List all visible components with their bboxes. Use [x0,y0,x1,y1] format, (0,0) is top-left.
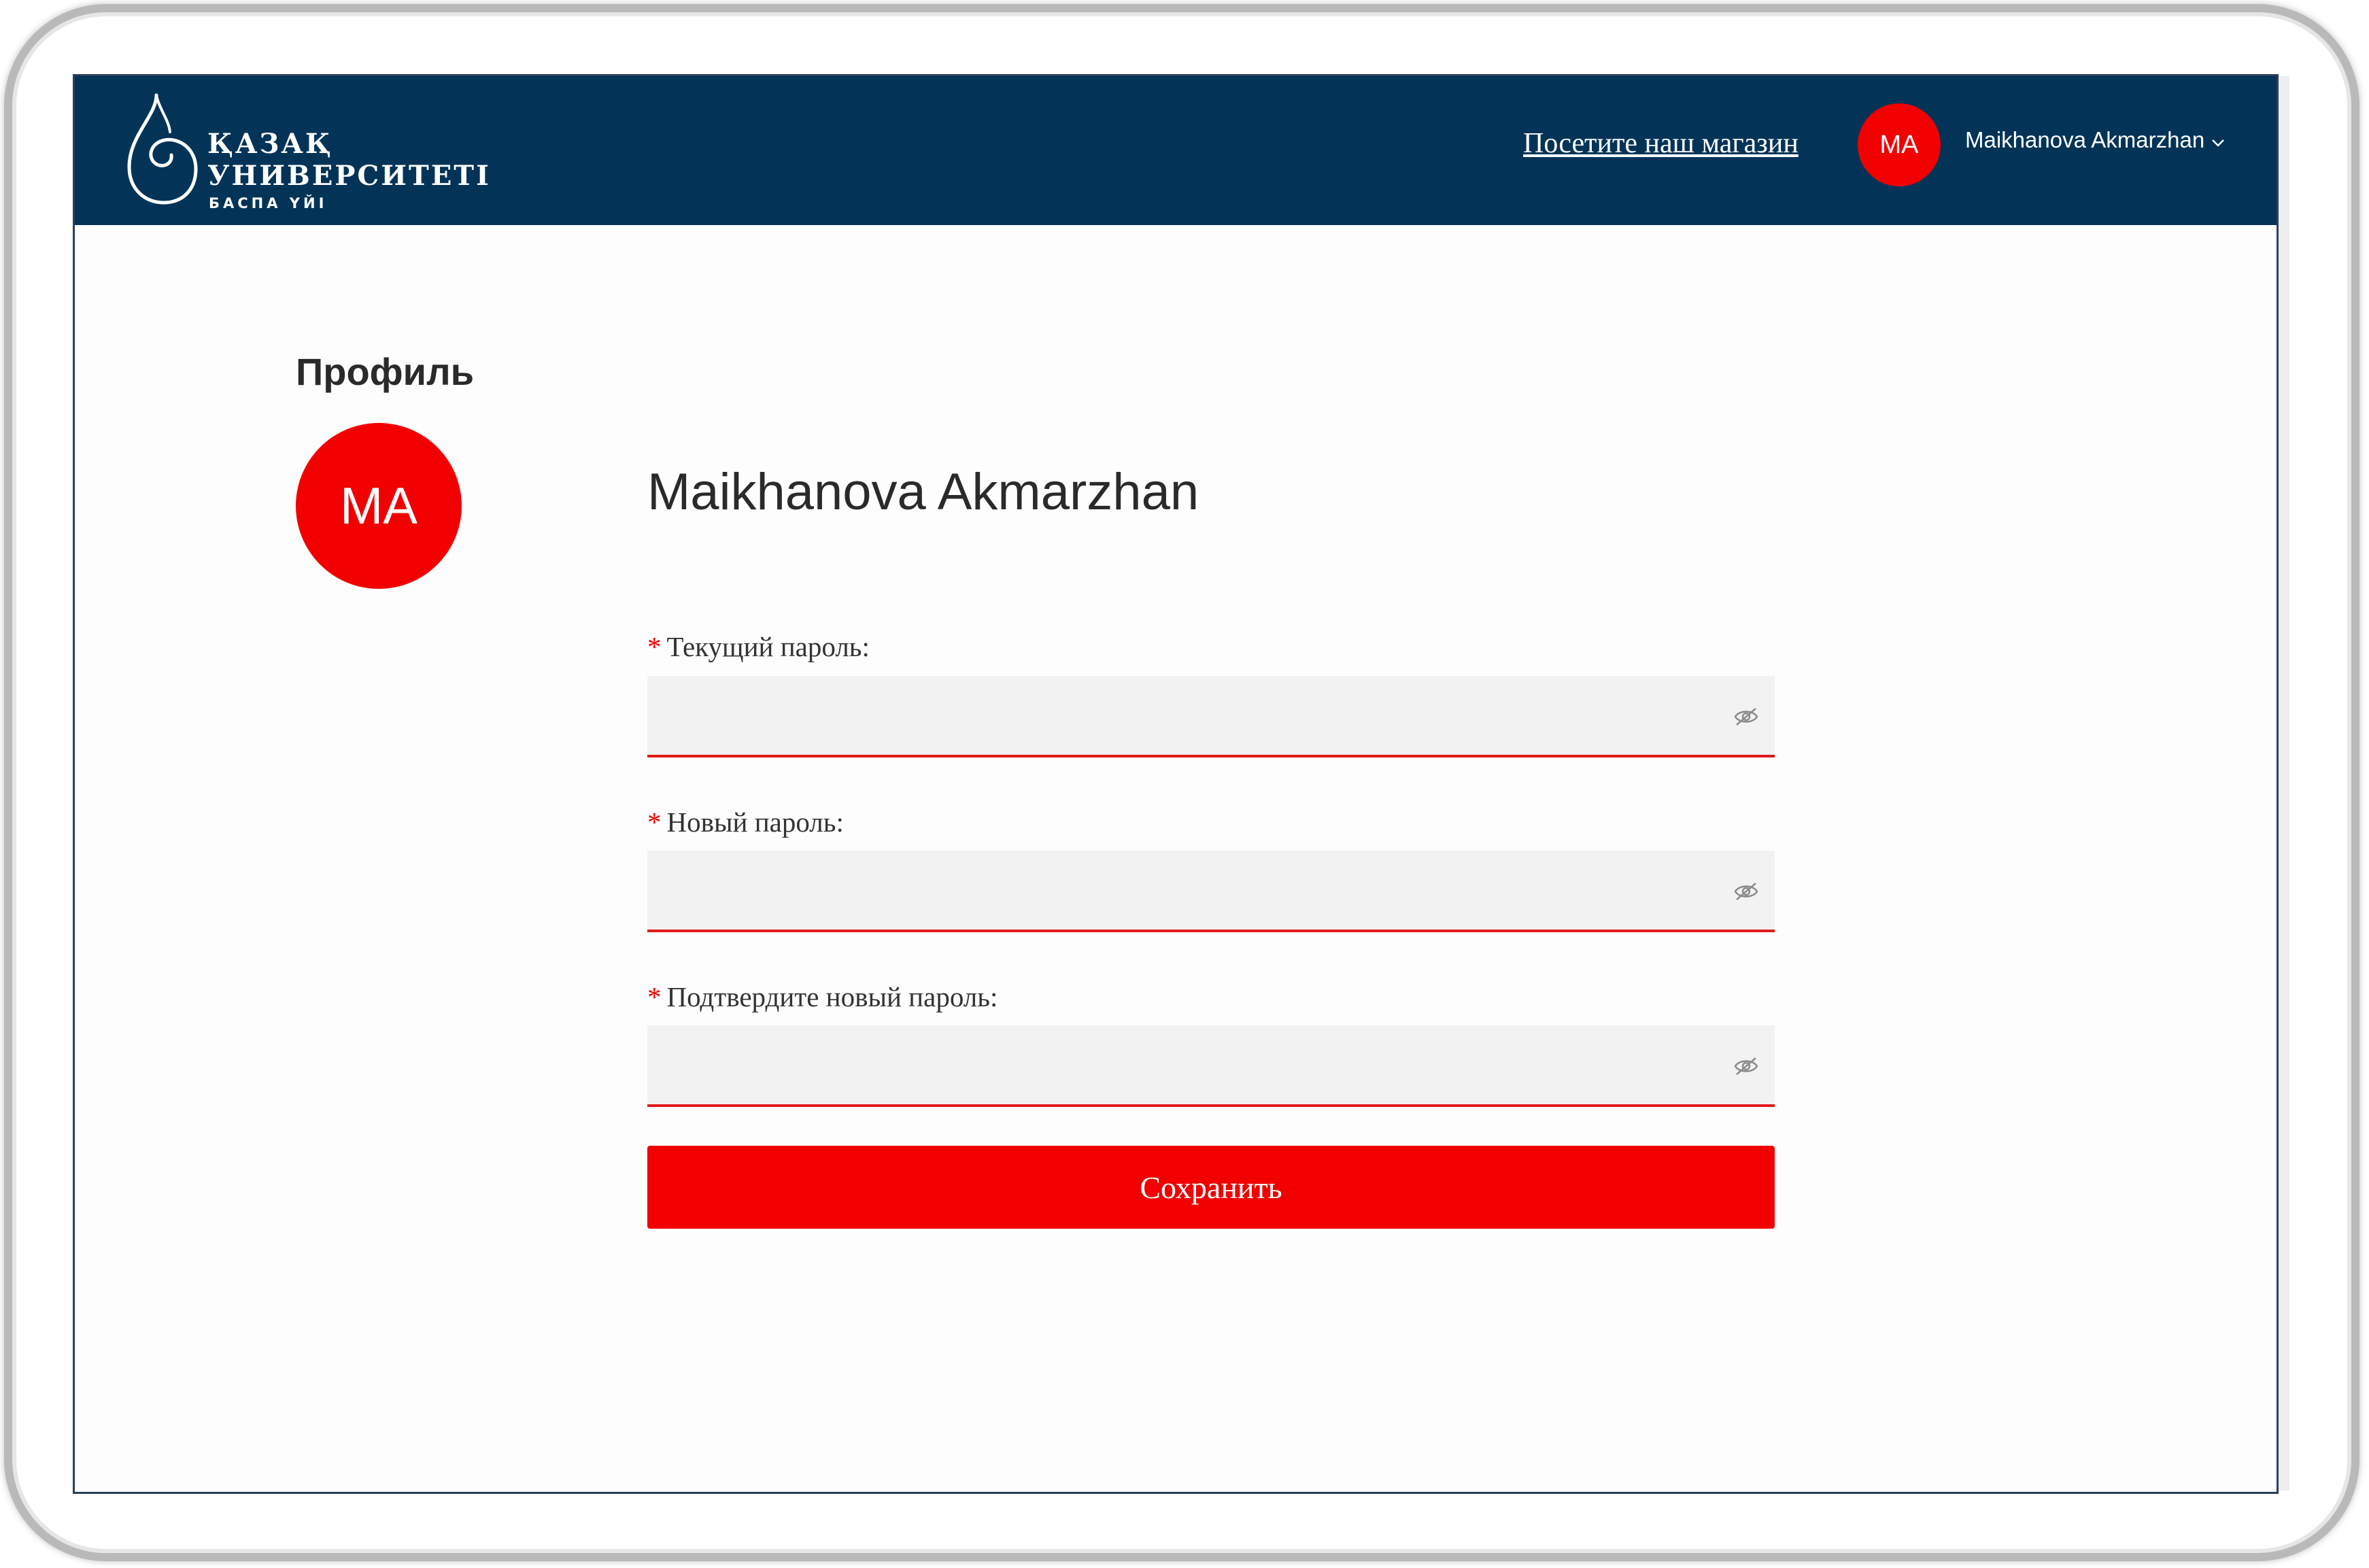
profile-name: Maikhanova Akmarzhan [647,463,1199,521]
chevron-down-icon [2211,127,2225,153]
user-menu-name: Maikhanova Akmarzhan [1965,127,2205,152]
current-password-input[interactable] [647,676,1775,755]
new-password-label: * Новый пароль: [647,806,844,838]
new-password-field [647,851,1775,932]
required-mark: * [647,631,662,662]
required-mark: * [647,806,662,838]
eye-slash-icon[interactable] [1733,704,1760,729]
header-avatar[interactable]: MA [1858,103,1941,186]
eye-slash-icon[interactable] [1733,1054,1760,1078]
current-password-label-text: Текущий пароль: [666,631,870,662]
user-menu-dropdown[interactable]: Maikhanova Akmarzhan [1965,127,2225,153]
new-password-input[interactable] [647,851,1775,930]
visit-shop-link[interactable]: Посетите наш магазин [1523,127,1799,160]
header-avatar-initials: MA [1879,130,1919,159]
profile-avatar: MA [296,423,462,589]
save-button[interactable]: Сохранить [647,1146,1775,1229]
top-header: ҚАЗАҚ УНИВЕРСИТЕТІ БАСПА ҮЙІ Посетите на… [75,76,2277,225]
logo[interactable]: ҚАЗАҚ УНИВЕРСИТЕТІ БАСПА ҮЙІ [116,88,489,211]
drop-swirl-icon [127,93,198,205]
logo-line-3: БАСПА ҮЙІ [209,195,328,211]
current-password-label: * Текущий пароль: [647,630,870,663]
page-title: Профиль [296,350,475,393]
confirm-password-label-text: Подтвердите новый пароль: [666,981,998,1012]
new-password-label-text: Новый пароль: [666,806,844,838]
confirm-password-field [647,1025,1775,1107]
app-window: ҚАЗАҚ УНИВЕРСИТЕТІ БАСПА ҮЙІ Посетите на… [73,74,2279,1494]
confirm-password-input[interactable] [647,1025,1775,1104]
current-password-field [647,676,1775,757]
logo-line-2: УНИВЕРСИТЕТІ [207,160,491,192]
scroll-edge [2279,76,2289,1490]
confirm-password-label: * Подтвердите новый пароль: [647,981,998,1013]
logo-line-1: ҚАЗАҚ [207,128,333,160]
eye-slash-icon[interactable] [1733,879,1760,904]
profile-avatar-initials: MA [340,477,417,535]
required-mark: * [647,981,662,1012]
